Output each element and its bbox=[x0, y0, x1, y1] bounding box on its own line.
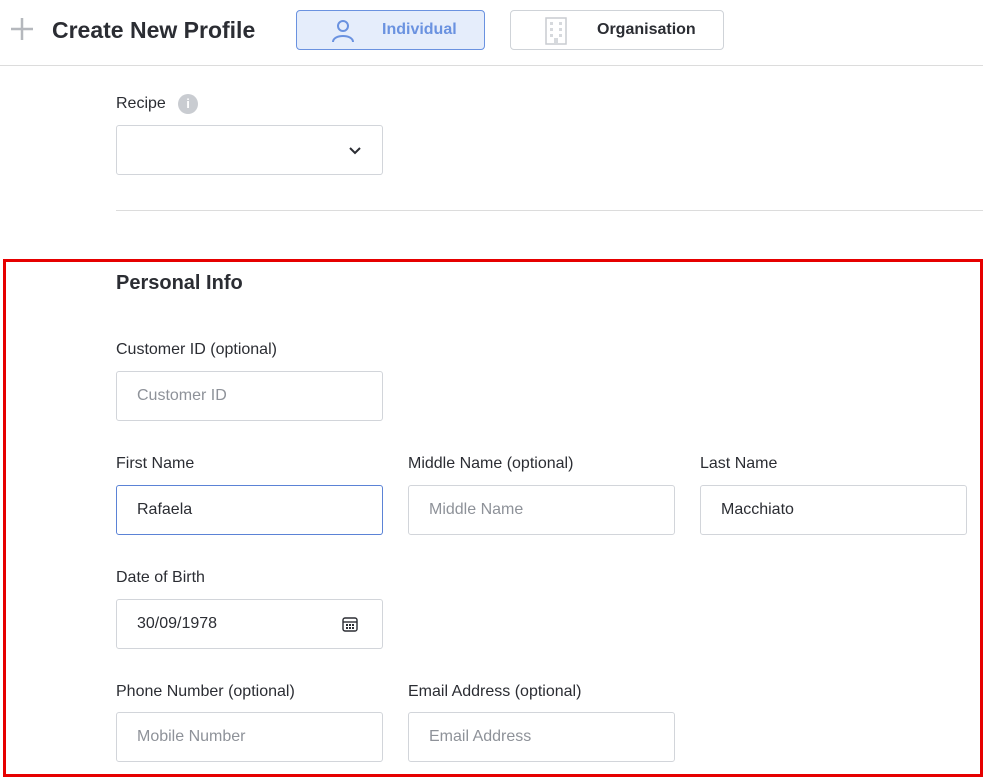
email-address-field-box bbox=[408, 712, 675, 762]
recipe-select[interactable] bbox=[116, 125, 383, 175]
middle-name-label: Middle Name (optional) bbox=[408, 455, 574, 472]
email-address-input[interactable] bbox=[429, 713, 639, 761]
date-of-birth-input[interactable] bbox=[137, 600, 347, 648]
email-address-label: Email Address (optional) bbox=[408, 683, 582, 700]
personal-info-title: Personal Info bbox=[116, 272, 243, 294]
organisation-button-label: Organisation bbox=[597, 21, 696, 38]
chevron-down-icon bbox=[349, 147, 361, 155]
recipe-label: Recipe bbox=[116, 95, 166, 112]
phone-number-input[interactable] bbox=[137, 713, 347, 761]
middle-name-input[interactable] bbox=[429, 486, 639, 534]
date-of-birth-field-box bbox=[116, 599, 383, 649]
customer-id-input[interactable] bbox=[137, 372, 347, 420]
section-divider bbox=[116, 210, 983, 211]
organisation-button[interactable]: Organisation bbox=[510, 10, 724, 50]
first-name-field-box bbox=[116, 485, 383, 535]
page-header: Create New Profile Individual Organisati… bbox=[0, 0, 983, 66]
middle-name-field-box bbox=[408, 485, 675, 535]
calendar-icon[interactable] bbox=[342, 616, 358, 632]
person-icon bbox=[332, 20, 354, 43]
date-of-birth-label: Date of Birth bbox=[116, 569, 205, 586]
first-name-label: First Name bbox=[116, 455, 195, 472]
first-name-input[interactable] bbox=[137, 486, 347, 534]
customer-id-field-box bbox=[116, 371, 383, 421]
page-title: Create New Profile bbox=[52, 17, 256, 43]
info-icon[interactable]: i bbox=[178, 94, 198, 114]
phone-number-field-box bbox=[116, 712, 383, 762]
individual-button-label: Individual bbox=[382, 21, 457, 38]
last-name-input[interactable] bbox=[721, 486, 931, 534]
building-icon bbox=[545, 17, 567, 45]
phone-number-label: Phone Number (optional) bbox=[116, 683, 295, 700]
plus-icon[interactable] bbox=[8, 15, 36, 43]
last-name-field-box bbox=[700, 485, 967, 535]
customer-id-label: Customer ID (optional) bbox=[116, 341, 277, 358]
individual-button[interactable]: Individual bbox=[296, 10, 485, 50]
last-name-label: Last Name bbox=[700, 455, 778, 472]
